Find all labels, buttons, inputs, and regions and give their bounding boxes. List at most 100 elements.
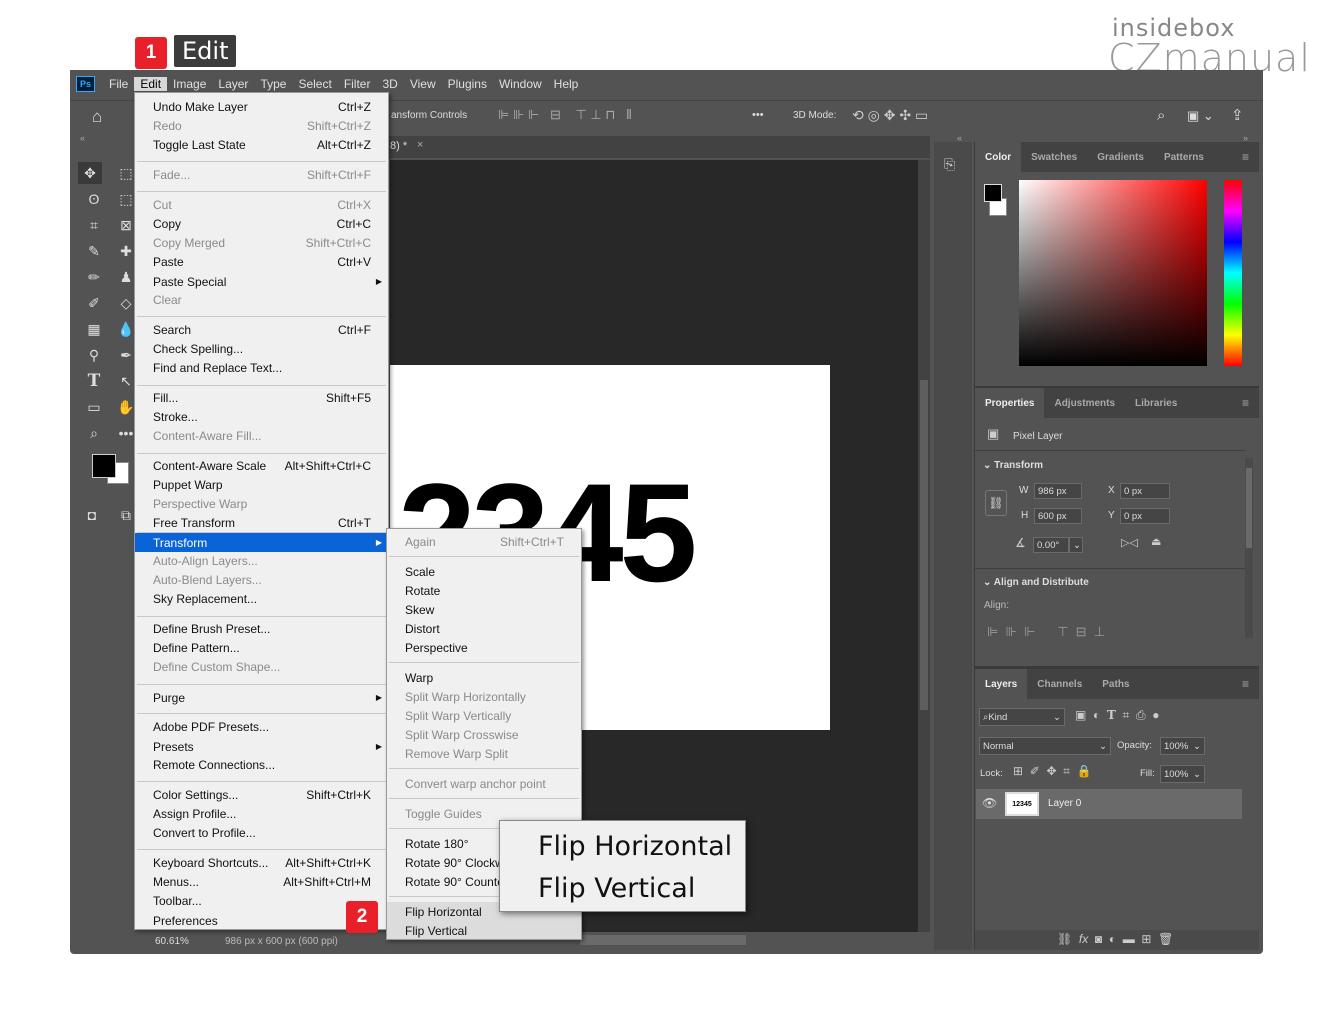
edit-menu-item[interactable]: Remote Connections...: [135, 755, 388, 774]
collapse-tools-icon[interactable]: «: [80, 133, 85, 143]
transform-menu-item[interactable]: Split Warp Vertically: [387, 706, 581, 725]
edit-menu-item[interactable]: Fade... Shift+Ctrl+F: [135, 165, 388, 184]
vertical-scrollbar[interactable]: [918, 160, 930, 932]
transform-menu-item[interactable]: Warp: [387, 668, 581, 687]
quick-mask-icon[interactable]: ◘: [80, 504, 104, 526]
workspace-icon[interactable]: ▣ ⌄: [1187, 108, 1214, 124]
properties-menu-icon[interactable]: ≡: [1232, 388, 1259, 418]
transform-controls-label[interactable]: ansform Controls: [391, 110, 467, 121]
align-section-title[interactable]: ⌄ Align and Distribute: [983, 577, 1089, 588]
tab-layers[interactable]: Layers: [975, 669, 1028, 699]
edit-menu-item[interactable]: Define Brush Preset...: [135, 619, 388, 638]
edit-menu-item[interactable]: Auto-Blend Layers...: [135, 570, 388, 589]
layer-footer-icons[interactable]: ⛓ fx ◙ ◐ ▬ ⊞ 🗑: [1057, 932, 1173, 946]
transform-menu-item[interactable]: Split Warp Crosswise: [387, 725, 581, 744]
align-icons[interactable]: ⊫ ⊪ ⊩ ⊟ ⊤ ⊥ ⊓ ⫴: [498, 107, 632, 123]
tab-channels[interactable]: Channels: [1027, 669, 1092, 699]
rectangle-tool-icon[interactable]: ▭: [82, 396, 106, 418]
eyedropper-tool-icon[interactable]: ✎: [82, 240, 106, 262]
menu-plugins[interactable]: Plugins: [442, 77, 493, 91]
edit-menu-item[interactable]: Puppet Warp: [135, 475, 388, 494]
opacity-field[interactable]: 100% ⌄: [1160, 737, 1205, 755]
edit-menu-item[interactable]: Free Transform Ctrl+T: [135, 513, 388, 532]
transform-menu-item[interactable]: Again Shift+Ctrl+T: [387, 532, 581, 551]
fill-field[interactable]: 100% ⌄: [1160, 765, 1205, 783]
menu-type[interactable]: Type: [254, 77, 292, 91]
edit-menu-item[interactable]: Copy Ctrl+C: [135, 214, 388, 233]
properties-scrollbar[interactable]: [1245, 458, 1253, 638]
transform-menu-item[interactable]: Flip Vertical: [387, 921, 581, 939]
transform-menu-item[interactable]: Scale: [387, 562, 581, 581]
transform-menu-item[interactable]: Convert warp anchor point: [387, 774, 581, 793]
menu-filter[interactable]: Filter: [338, 77, 377, 91]
edit-menu-item[interactable]: Adobe PDF Presets...: [135, 717, 388, 736]
edit-menu-item[interactable]: Define Custom Shape...: [135, 657, 388, 676]
transform-menu-item[interactable]: Remove Warp Split: [387, 744, 581, 763]
menu-edit[interactable]: Edit: [134, 77, 168, 91]
layers-menu-icon[interactable]: ≡: [1232, 669, 1259, 699]
tab-paths[interactable]: Paths: [1092, 669, 1139, 699]
edit-menu-item[interactable]: Define Pattern...: [135, 638, 388, 657]
home-icon[interactable]: ⌂: [92, 107, 102, 127]
menu-3d[interactable]: 3D: [376, 77, 403, 91]
flip-vertical-icon[interactable]: ⏏: [1151, 535, 1161, 548]
y-field[interactable]: 0 px: [1120, 508, 1170, 524]
menu-select[interactable]: Select: [292, 77, 337, 91]
3d-mode-icons[interactable]: ⟲ ◎ ✥ ✣ ▭: [852, 107, 928, 124]
layer-name[interactable]: Layer 0: [1048, 798, 1081, 809]
height-field[interactable]: 600 px: [1034, 508, 1082, 524]
angle-field[interactable]: 0.00°: [1033, 537, 1069, 553]
blend-mode-select[interactable]: Normal ⌄: [979, 737, 1111, 755]
width-field[interactable]: 986 px: [1034, 483, 1082, 499]
menu-view[interactable]: View: [404, 77, 442, 91]
transform-menu-item[interactable]: Perspective: [387, 638, 581, 657]
more-options-icon[interactable]: •••: [752, 109, 764, 121]
history-icon[interactable]: ⎘: [944, 156, 955, 173]
edit-menu-item[interactable]: Convert to Profile...: [135, 823, 388, 842]
layer-row[interactable]: 👁 12345 Layer 0: [976, 789, 1242, 819]
edit-menu-item[interactable]: Perspective Warp: [135, 494, 388, 513]
edit-menu-item[interactable]: Find and Replace Text...: [135, 358, 388, 377]
edit-menu-item[interactable]: Content-Aware Scale Alt+Shift+Ctrl+C: [135, 456, 388, 475]
edit-menu-item[interactable]: Keyboard Shortcuts... Alt+Shift+Ctrl+K: [135, 853, 388, 872]
transform-section-title[interactable]: ⌄ Transform: [983, 460, 1043, 471]
share-icon[interactable]: ⇪: [1231, 106, 1244, 124]
color-field[interactable]: [1019, 180, 1207, 366]
ps-app-icon[interactable]: Ps: [76, 76, 96, 92]
menu-window[interactable]: Window: [493, 77, 548, 91]
menu-file[interactable]: File: [103, 77, 134, 91]
edit-menu-item[interactable]: Cut Ctrl+X: [135, 195, 388, 214]
angle-dropdown-icon[interactable]: ⌄: [1069, 537, 1083, 553]
search-icon[interactable]: ⌕: [1157, 107, 1165, 124]
edit-menu-item[interactable]: Search Ctrl+F: [135, 320, 388, 339]
crop-tool-icon[interactable]: ⌗: [82, 214, 106, 236]
edit-menu-item[interactable]: Content-Aware Fill...: [135, 426, 388, 445]
link-icon[interactable]: ⛓: [985, 490, 1007, 516]
x-field[interactable]: 0 px: [1120, 483, 1170, 499]
foreground-color-swatch[interactable]: [92, 454, 116, 478]
edit-menu-item[interactable]: Paste Ctrl+V: [135, 252, 388, 271]
tab-swatches[interactable]: Swatches: [1021, 142, 1087, 172]
kind-filter[interactable]: ⌕ Kind ⌄: [979, 708, 1065, 726]
eye-icon[interactable]: 👁: [982, 796, 997, 810]
brush-tool-icon[interactable]: ✏: [82, 266, 106, 288]
horizontal-scrollbar[interactable]: [580, 935, 746, 945]
history-brush-icon[interactable]: ✐: [82, 292, 106, 314]
tab-patterns[interactable]: Patterns: [1154, 142, 1214, 172]
color-fg-swatch[interactable]: [984, 184, 1002, 202]
edit-menu-item[interactable]: Auto-Align Layers...: [135, 551, 388, 570]
zoom-level[interactable]: 60.61%: [155, 936, 189, 947]
edit-menu-item[interactable]: Presets ▶: [135, 737, 388, 756]
menu-help[interactable]: Help: [548, 77, 585, 91]
gradient-tool-icon[interactable]: ▦: [82, 318, 106, 340]
lasso-tool-icon[interactable]: ʘ: [82, 188, 106, 210]
move-tool-icon[interactable]: ✥: [78, 162, 102, 184]
edit-menu-item[interactable]: Redo Shift+Ctrl+Z: [135, 116, 388, 135]
document-tab[interactable]: 8) * ×: [380, 136, 930, 158]
edit-menu-item[interactable]: Purge ▶: [135, 688, 388, 707]
type-tool-icon[interactable]: T: [82, 370, 106, 392]
edit-menu-item[interactable]: Paste Special ▶: [135, 272, 388, 291]
tab-adjustments[interactable]: Adjustments: [1044, 388, 1125, 418]
edit-menu-item[interactable]: Check Spelling...: [135, 339, 388, 358]
flip-horizontal-icon[interactable]: ▷◁: [1121, 536, 1138, 549]
